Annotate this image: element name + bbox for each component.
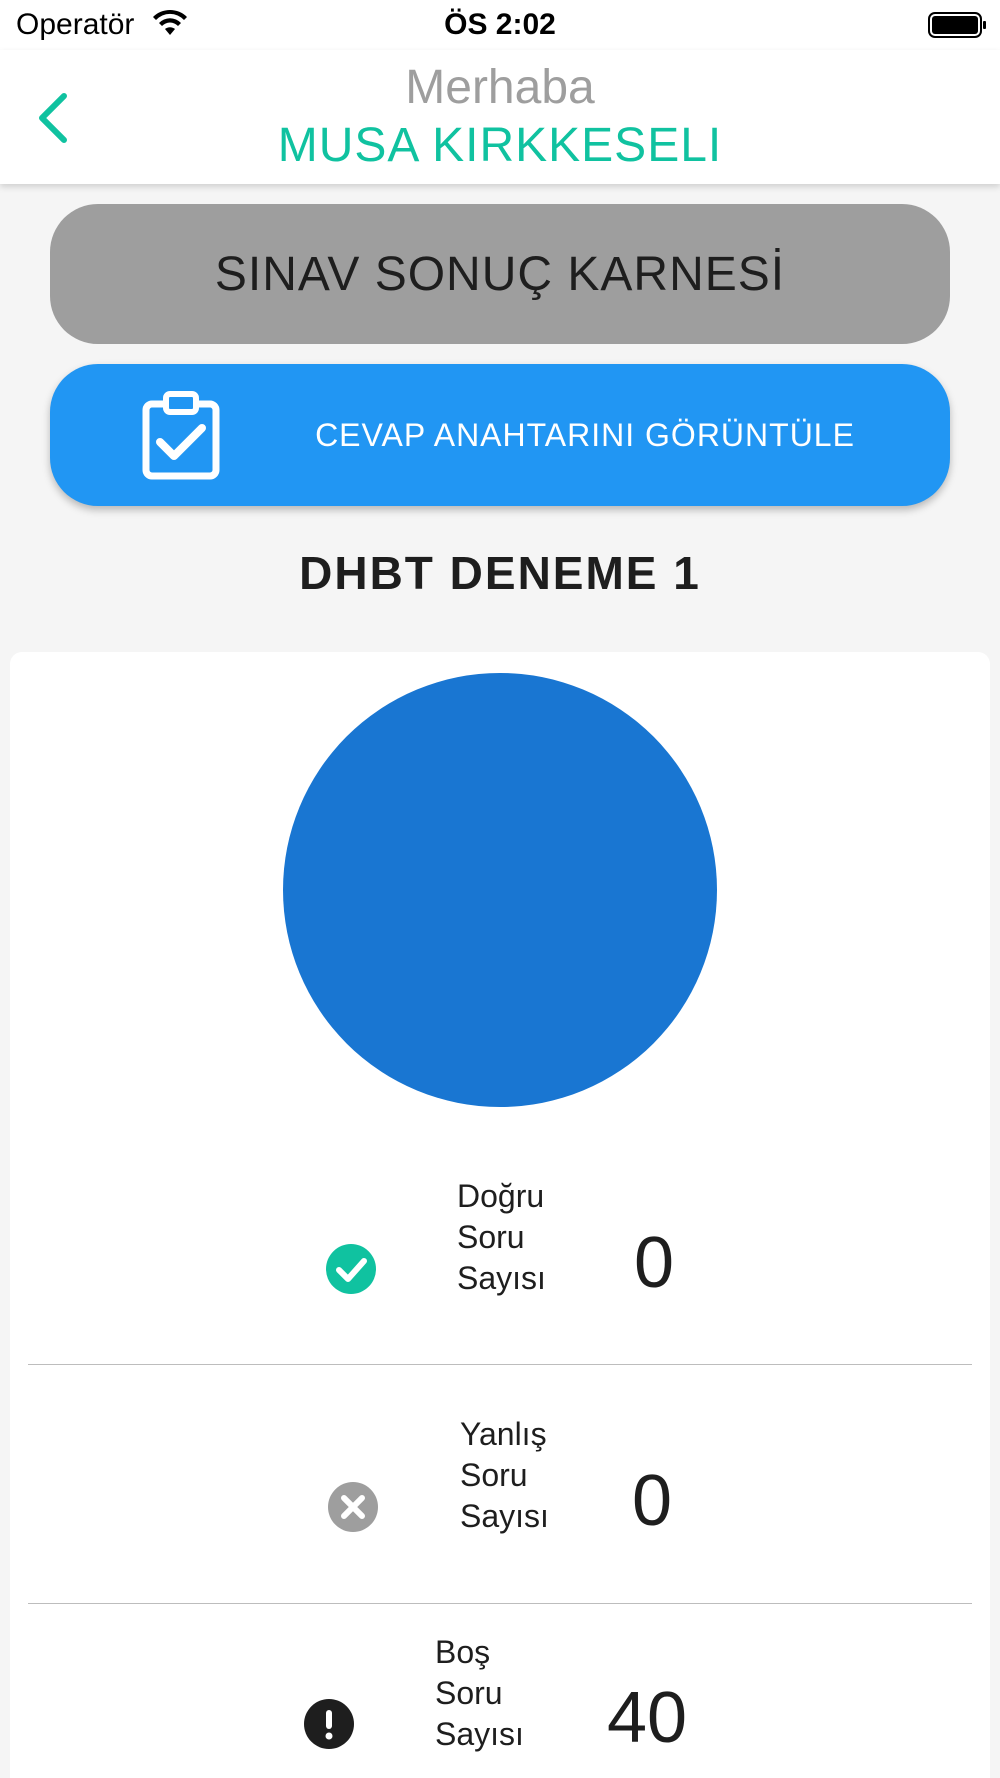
result-pie-chart (283, 673, 717, 1107)
nav-header: Merhaba MUSA KIRKKESELI (0, 50, 1000, 184)
stat-label-line: Sayısı (435, 1716, 524, 1752)
stat-label-empty: Boş Soru Sayısı (435, 1632, 565, 1755)
greeting-text: Merhaba (405, 61, 595, 114)
stat-label-line: Soru (435, 1675, 503, 1711)
stat-label-wrong: Yanlış Soru Sayısı (460, 1414, 590, 1537)
exam-title: DHBT DENEME 1 (299, 547, 701, 599)
stat-value-empty: 40 (607, 1678, 688, 1758)
divider (28, 1364, 972, 1365)
status-bar: Operatör ÖS 2:02 (0, 0, 1000, 50)
user-name: MUSA KIRKKESELI (277, 119, 723, 172)
stat-label-line: Soru (460, 1457, 528, 1493)
stat-label-line: Sayısı (457, 1260, 546, 1296)
clipboard-check-icon (142, 391, 220, 480)
result-card: Doğru Soru Sayısı 0 Yanlış Soru Sayısı 0… (10, 652, 990, 1778)
stat-value-wrong: 0 (632, 1461, 673, 1541)
stat-row-empty: Boş Soru Sayısı 40 (10, 1612, 990, 1778)
pie-slice-2 (283, 673, 717, 1107)
battery-icon (928, 12, 986, 38)
stat-label-line: Sayısı (460, 1498, 549, 1534)
exam-report-label: SINAV SONUÇ KARNESİ (214, 247, 786, 301)
exclamation-circle-icon (304, 1699, 354, 1749)
stat-value-correct: 0 (634, 1223, 675, 1303)
stat-row-wrong: Yanlış Soru Sayısı 0 (10, 1372, 990, 1610)
x-circle-icon (328, 1482, 378, 1532)
exam-report-button[interactable]: SINAV SONUÇ KARNESİ (50, 204, 950, 344)
stat-label-correct: Doğru Soru Sayısı (457, 1176, 587, 1299)
status-time: ÖS 2:02 (444, 8, 556, 41)
stat-row-correct: Doğru Soru Sayısı 0 (10, 1132, 990, 1370)
stat-label-line: Boş (435, 1634, 491, 1670)
stat-label-line: Doğru (457, 1178, 545, 1214)
check-circle-icon (326, 1244, 376, 1294)
divider (28, 1603, 972, 1604)
stat-label-line: Soru (457, 1219, 525, 1255)
stat-label-line: Yanlış (460, 1416, 547, 1452)
view-answer-key-button[interactable]: CEVAP ANAHTARINI GÖRÜNTÜLE (50, 364, 950, 506)
view-answer-key-label: CEVAP ANAHTARINI GÖRÜNTÜLE (315, 416, 855, 453)
